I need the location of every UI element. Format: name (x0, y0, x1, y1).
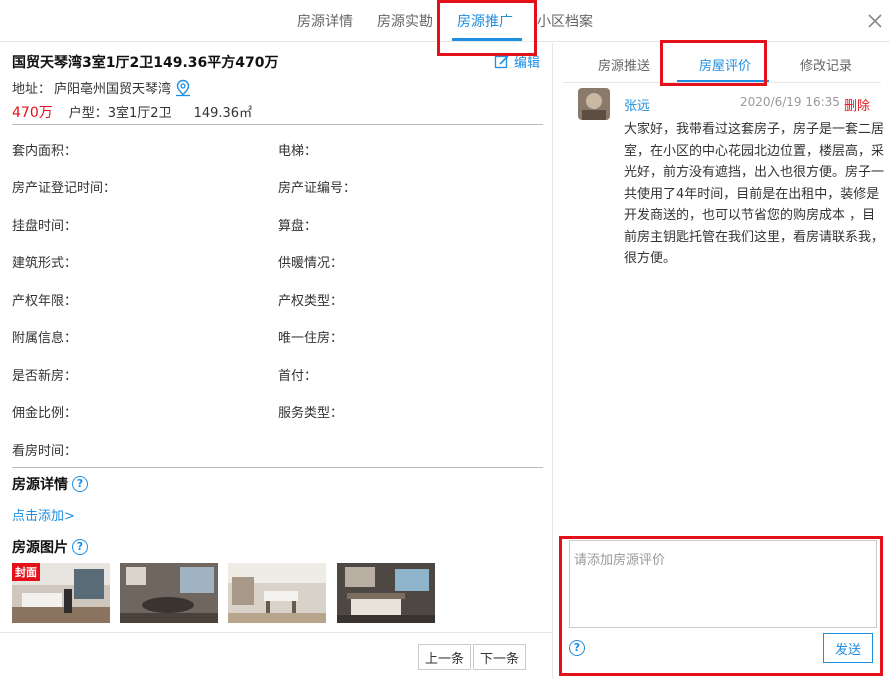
divider-middle (12, 467, 543, 468)
field-commission: 佣金比例： (12, 406, 78, 421)
house-photos-section-title: 房源图片 ? (12, 537, 88, 557)
field-down-payment: 首付： (278, 369, 318, 384)
field-inner-area: 套内面积： (12, 144, 78, 159)
field-service-type: 服务类型： (278, 406, 344, 421)
tab-house-survey[interactable]: 房源实勘 (377, 11, 433, 31)
tab-house-push[interactable]: 房源推送 (598, 55, 650, 74)
pager-bar: 上一条 下一条 (0, 632, 552, 679)
field-only-house: 唯一住房： (278, 331, 344, 346)
price-value: 470万 (12, 105, 53, 121)
field-is-new: 是否新房： (12, 369, 78, 384)
tab-community-archive[interactable]: 小区档案 (537, 11, 593, 31)
area-value: 149.36㎡ (193, 106, 253, 121)
house-photo-1[interactable]: 封面 (12, 563, 110, 623)
room-photo-image (228, 563, 326, 623)
highlight-box-review-tab (660, 40, 767, 86)
comment-user-name[interactable]: 张远 (624, 95, 650, 114)
room-photo-image (120, 563, 218, 623)
add-detail-link[interactable]: 点击添加> (12, 505, 75, 524)
help-icon[interactable]: ? (72, 539, 88, 555)
next-button[interactable]: 下一条 (473, 644, 527, 670)
layout-value: 3室1厅2卫 (107, 106, 172, 121)
field-heating: 供暖情况： (278, 256, 344, 271)
price-row: 470万 户型： 3室1厅2卫 149.36㎡ (12, 102, 252, 122)
house-photo-4[interactable] (337, 563, 435, 623)
house-title: 国贸天琴湾3室1厅2卫149.36平方470万 (12, 55, 279, 71)
delete-comment-button[interactable]: 删除 (844, 95, 870, 114)
avatar (578, 88, 610, 120)
room-photo-image (337, 563, 435, 623)
layout-label: 户型： (68, 106, 108, 121)
edit-icon (494, 54, 509, 68)
edit-label: 编辑 (514, 56, 541, 71)
cover-badge: 封面 (12, 563, 40, 581)
field-building-type: 建筑形式： (12, 256, 78, 271)
house-info-panel: 国贸天琴湾3室1厅2卫149.36平方470万 编辑 地址： 庐阳亳州国贸天琴湾… (0, 43, 552, 679)
field-calc: 算盘： (278, 219, 318, 234)
user-avatar-image (578, 88, 610, 120)
field-extra-info: 附属信息： (12, 331, 78, 346)
address-row: 地址： 庐阳亳州国贸天琴湾 (12, 78, 192, 97)
house-detail-section-title: 房源详情 ? (12, 474, 88, 494)
comment-timestamp: 2020/6/19 16:35 (740, 95, 840, 109)
field-viewing-time: 看房时间： (12, 444, 78, 459)
tab-house-detail[interactable]: 房源详情 (297, 11, 353, 31)
location-pin-icon[interactable] (174, 79, 192, 97)
divider-top (12, 124, 543, 125)
highlight-box-review-input (559, 536, 883, 676)
field-property-years: 产权年限： (12, 294, 78, 309)
field-property-type: 产权类型： (278, 294, 344, 309)
close-button[interactable] (866, 12, 884, 30)
close-icon (868, 14, 882, 28)
house-detail-title-text: 房源详情 (12, 477, 68, 493)
field-cert-number: 房产证编号： (278, 181, 357, 196)
help-icon[interactable]: ? (72, 476, 88, 492)
field-cert-register-time: 房产证登记时间： (12, 181, 117, 196)
field-elevator: 电梯： (278, 144, 318, 159)
field-listing-time: 挂盘时间： (12, 219, 78, 234)
address-label: 地址： (12, 82, 52, 97)
address-value: 庐阳亳州国贸天琴湾 (54, 82, 172, 97)
prev-button[interactable]: 上一条 (418, 644, 472, 670)
house-photos-title-text: 房源图片 (12, 540, 68, 556)
house-photo-2[interactable] (120, 563, 218, 623)
tab-edit-history[interactable]: 修改记录 (800, 55, 852, 74)
comment-text: 大家好，我带看过这套房子，房子是一套二居室，在小区的中心花园北边位置，楼层高，采… (624, 122, 885, 266)
house-photo-3[interactable] (228, 563, 326, 623)
edit-button[interactable]: 编辑 (494, 52, 540, 71)
